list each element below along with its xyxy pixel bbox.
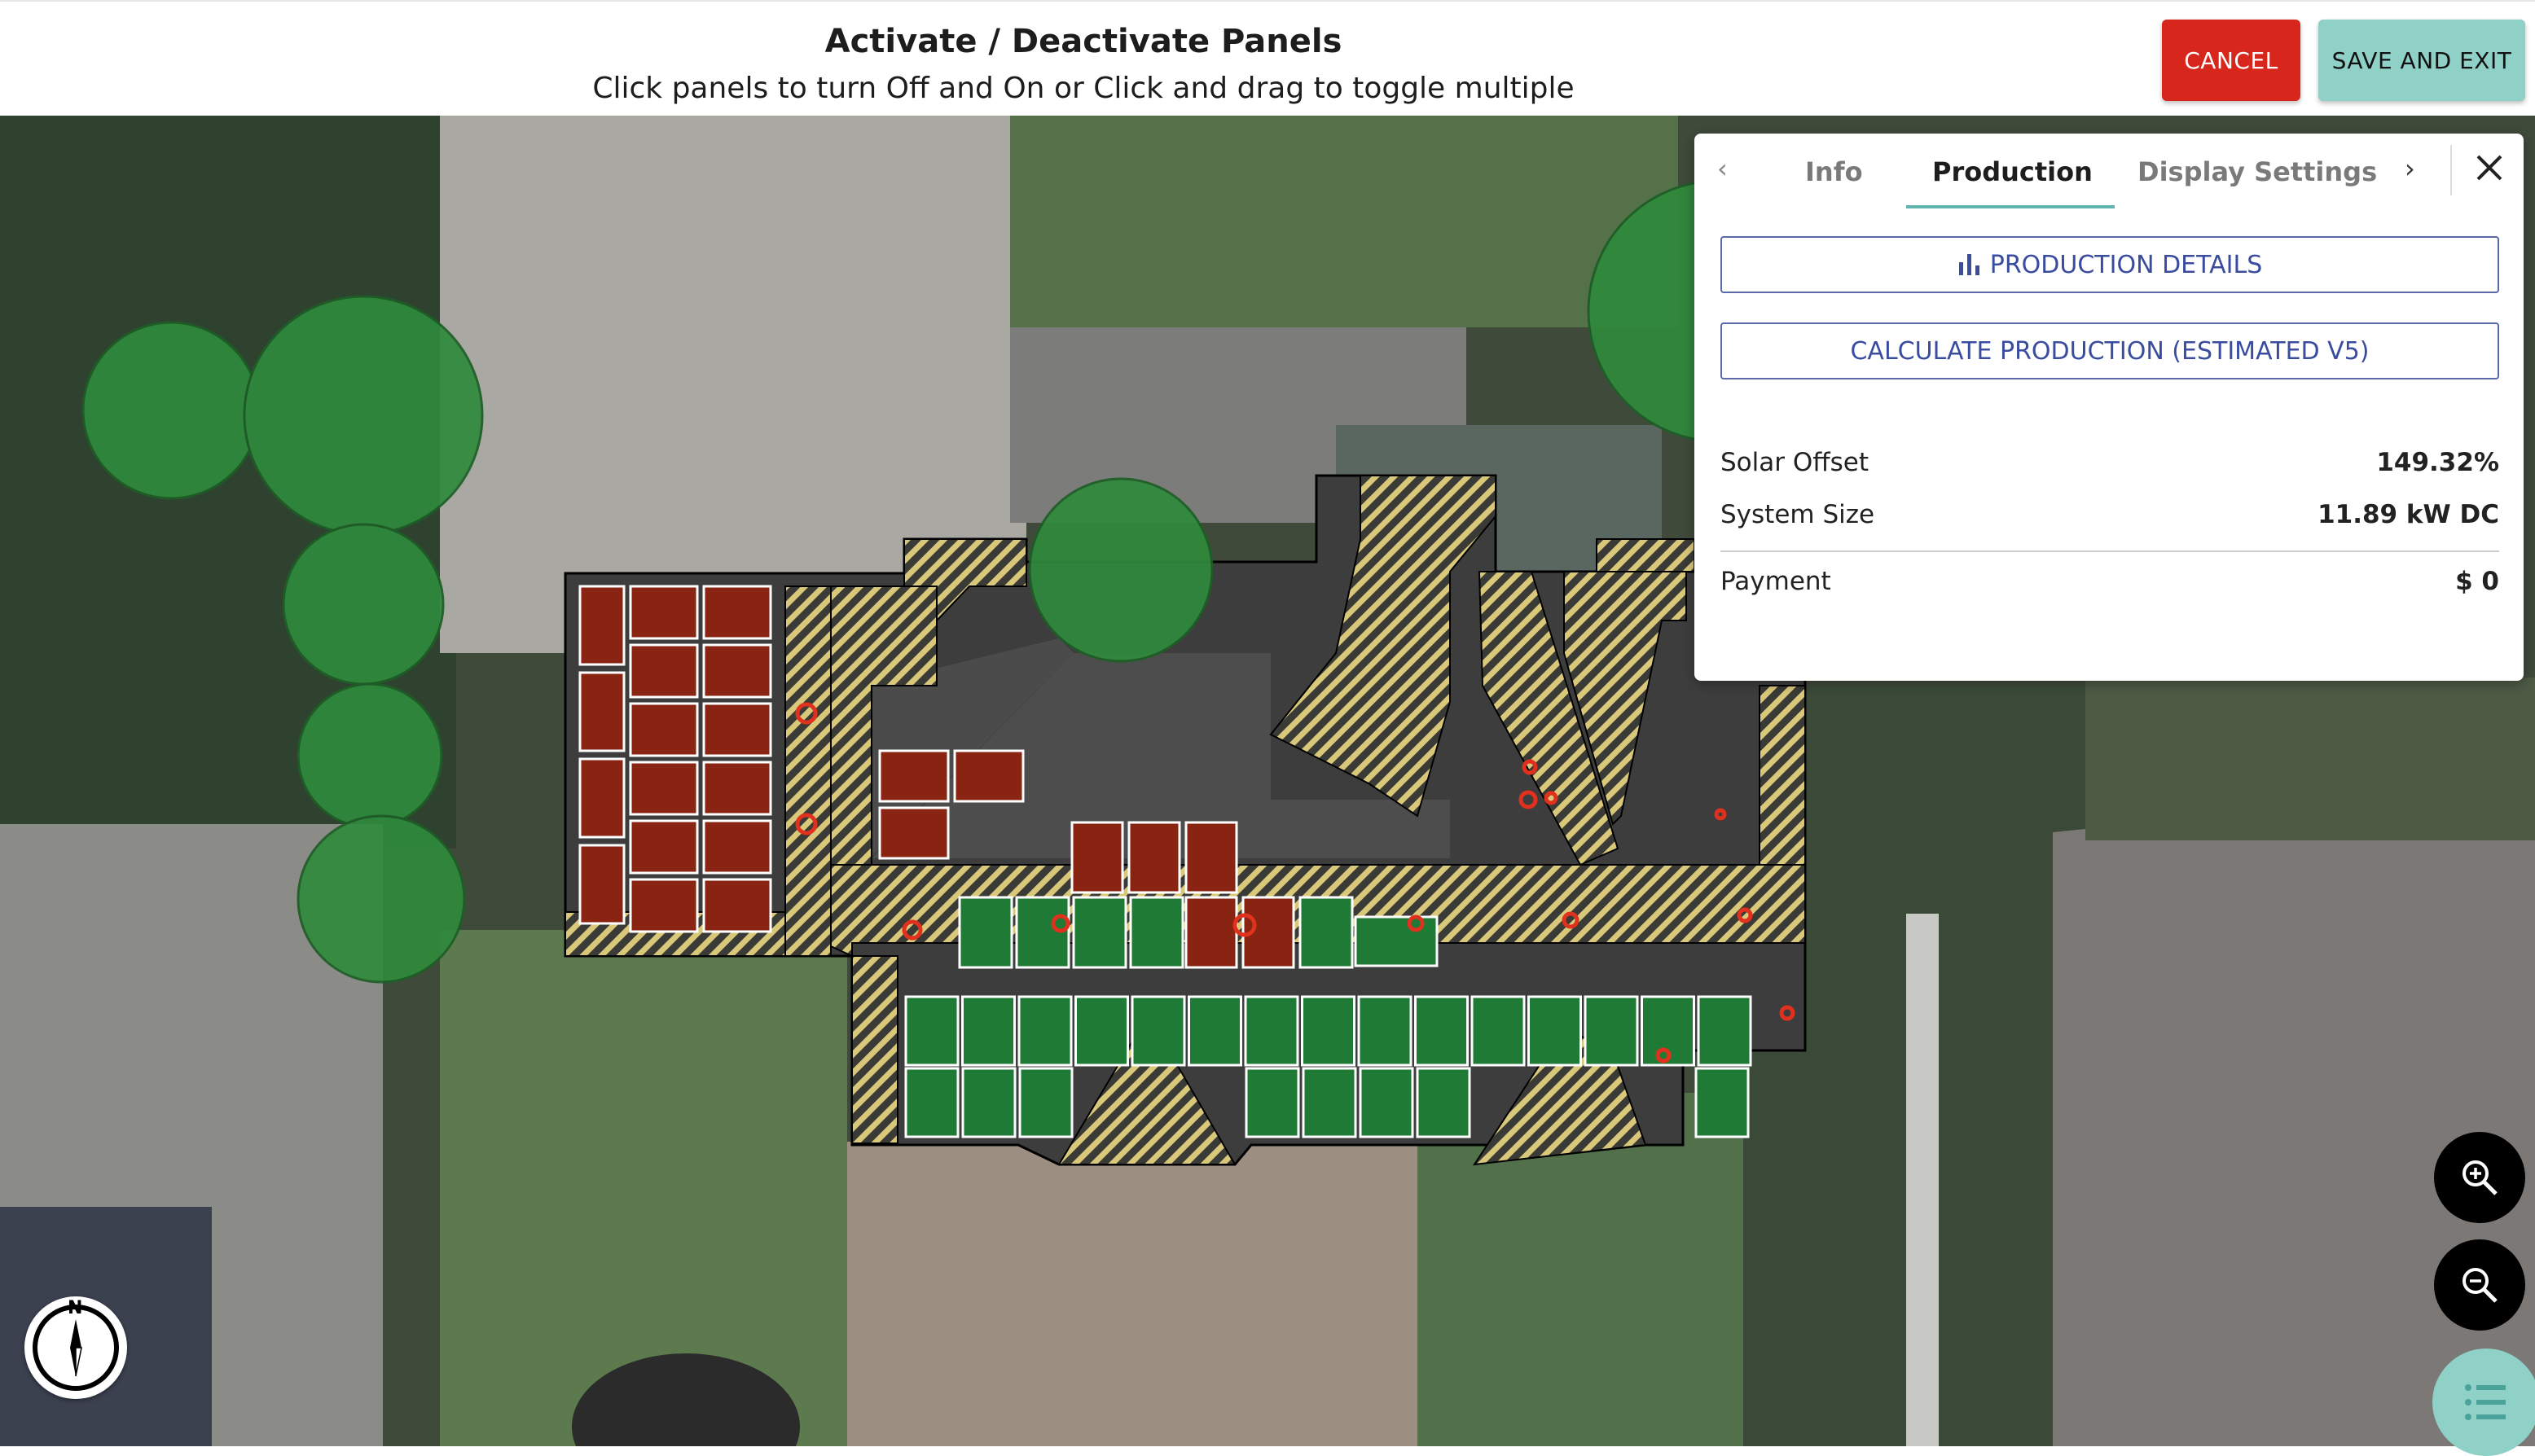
panel[interactable] bbox=[1694, 1067, 1750, 1138]
layers-list-button[interactable] bbox=[2432, 1349, 2535, 1456]
panel[interactable] bbox=[1584, 995, 1639, 1067]
panel[interactable] bbox=[1074, 995, 1129, 1067]
panel[interactable] bbox=[1697, 995, 1752, 1067]
neighbor-roof-right bbox=[2053, 783, 2535, 1446]
top-bar: Activate / Deactivate Panels Click panel… bbox=[0, 0, 2535, 116]
panel[interactable] bbox=[629, 643, 699, 699]
chevron-left-icon[interactable]: ‹ bbox=[1717, 153, 1728, 184]
zoom-in-button[interactable] bbox=[2434, 1132, 2525, 1223]
panel[interactable] bbox=[578, 757, 626, 839]
list-icon bbox=[2465, 1384, 2506, 1420]
panel[interactable] bbox=[702, 878, 772, 933]
panel[interactable] bbox=[1017, 995, 1073, 1067]
patio bbox=[847, 1142, 1450, 1446]
system-size-value: 11.89 kW DC bbox=[2318, 500, 2499, 529]
panel[interactable] bbox=[1018, 1067, 1074, 1138]
panel[interactable] bbox=[1129, 896, 1184, 969]
panel[interactable] bbox=[578, 671, 626, 752]
panel[interactable] bbox=[904, 995, 960, 1067]
page-subtitle: Click panels to turn Off and On or Click… bbox=[592, 72, 1575, 105]
save-and-exit-button[interactable]: SAVE AND EXIT bbox=[2318, 20, 2525, 101]
panel[interactable] bbox=[1416, 1067, 1471, 1138]
solar-offset-value: 149.32% bbox=[2376, 448, 2499, 477]
panel[interactable] bbox=[1354, 915, 1439, 967]
panel[interactable] bbox=[1357, 995, 1412, 1067]
bar-chart-icon bbox=[1958, 253, 1979, 275]
panel[interactable] bbox=[1470, 995, 1526, 1067]
panel[interactable] bbox=[958, 896, 1013, 969]
tab-info[interactable]: Info bbox=[1805, 156, 1863, 187]
solar-offset-row: Solar Offset 149.32% bbox=[1720, 448, 2499, 480]
solar-offset-label: Solar Offset bbox=[1720, 448, 1869, 477]
panel-tabs: ‹ Info Production Display Settings › bbox=[1694, 134, 2524, 215]
close-icon[interactable] bbox=[2471, 150, 2507, 186]
panel[interactable] bbox=[1184, 821, 1238, 894]
compass[interactable]: N bbox=[24, 1296, 127, 1399]
system-size-label: System Size bbox=[1720, 500, 1875, 529]
zoom-in-icon bbox=[2463, 1160, 2498, 1195]
panel[interactable] bbox=[629, 819, 699, 875]
cancel-button[interactable]: CANCEL bbox=[2162, 20, 2300, 101]
panel[interactable] bbox=[1298, 896, 1354, 969]
production-details-button[interactable]: PRODUCTION DETAILS bbox=[1720, 236, 2499, 293]
panel[interactable] bbox=[904, 1067, 960, 1138]
panel[interactable] bbox=[878, 806, 950, 860]
panel[interactable] bbox=[578, 844, 626, 925]
payment-label: Payment bbox=[1720, 567, 1831, 596]
panel[interactable] bbox=[629, 585, 699, 640]
payment-row: Payment $ 0 bbox=[1720, 567, 2499, 599]
panel[interactable] bbox=[1302, 1067, 1357, 1138]
panel[interactable] bbox=[1244, 995, 1299, 1067]
panel[interactable] bbox=[1301, 995, 1355, 1067]
compass-north-label: N bbox=[68, 1298, 83, 1318]
page-title: Activate / Deactivate Panels bbox=[824, 23, 1342, 60]
panel[interactable] bbox=[961, 1067, 1017, 1138]
panel[interactable] bbox=[1527, 995, 1582, 1067]
panel[interactable] bbox=[878, 749, 950, 803]
lawn bbox=[1010, 116, 1678, 327]
tab-divider bbox=[2450, 145, 2452, 195]
panel[interactable] bbox=[1184, 896, 1238, 969]
system-size-row: System Size 11.89 kW DC bbox=[1720, 500, 2499, 533]
panel[interactable] bbox=[1070, 821, 1124, 894]
production-details-label: PRODUCTION DETAILS bbox=[1989, 250, 2263, 279]
tab-production[interactable]: Production bbox=[1932, 156, 2093, 187]
panel[interactable] bbox=[1127, 821, 1181, 894]
side-panel: ‹ Info Production Display Settings › PRO… bbox=[1694, 134, 2524, 681]
panel[interactable] bbox=[1359, 1067, 1414, 1138]
panel[interactable] bbox=[702, 585, 772, 640]
panel[interactable] bbox=[629, 761, 699, 816]
panel[interactable] bbox=[702, 643, 772, 699]
panel[interactable] bbox=[629, 702, 699, 757]
panel[interactable] bbox=[702, 702, 772, 757]
zoom-out-icon bbox=[2463, 1268, 2498, 1303]
payment-value: $ 0 bbox=[2455, 567, 2499, 596]
active-panels-row[interactable] bbox=[904, 995, 1752, 1067]
panel[interactable] bbox=[961, 995, 1016, 1067]
panel[interactable] bbox=[1072, 896, 1127, 969]
zoom-out-button[interactable] bbox=[2434, 1239, 2525, 1331]
chevron-right-icon[interactable]: › bbox=[2405, 153, 2415, 184]
panel[interactable] bbox=[702, 761, 772, 816]
panel[interactable] bbox=[1131, 995, 1186, 1067]
calculate-production-button[interactable]: CALCULATE PRODUCTION (ESTIMATED V5) bbox=[1720, 322, 2499, 379]
panel[interactable] bbox=[953, 749, 1025, 803]
active-tab-indicator bbox=[1906, 205, 2115, 208]
tab-display-settings[interactable]: Display Settings bbox=[2137, 156, 2377, 187]
panel[interactable] bbox=[578, 585, 626, 666]
panel[interactable] bbox=[629, 878, 699, 933]
panel[interactable] bbox=[702, 819, 772, 875]
stats-divider bbox=[1720, 550, 2499, 552]
panel[interactable] bbox=[1414, 995, 1469, 1067]
panel[interactable] bbox=[1245, 1067, 1300, 1138]
panel[interactable] bbox=[1188, 995, 1242, 1067]
